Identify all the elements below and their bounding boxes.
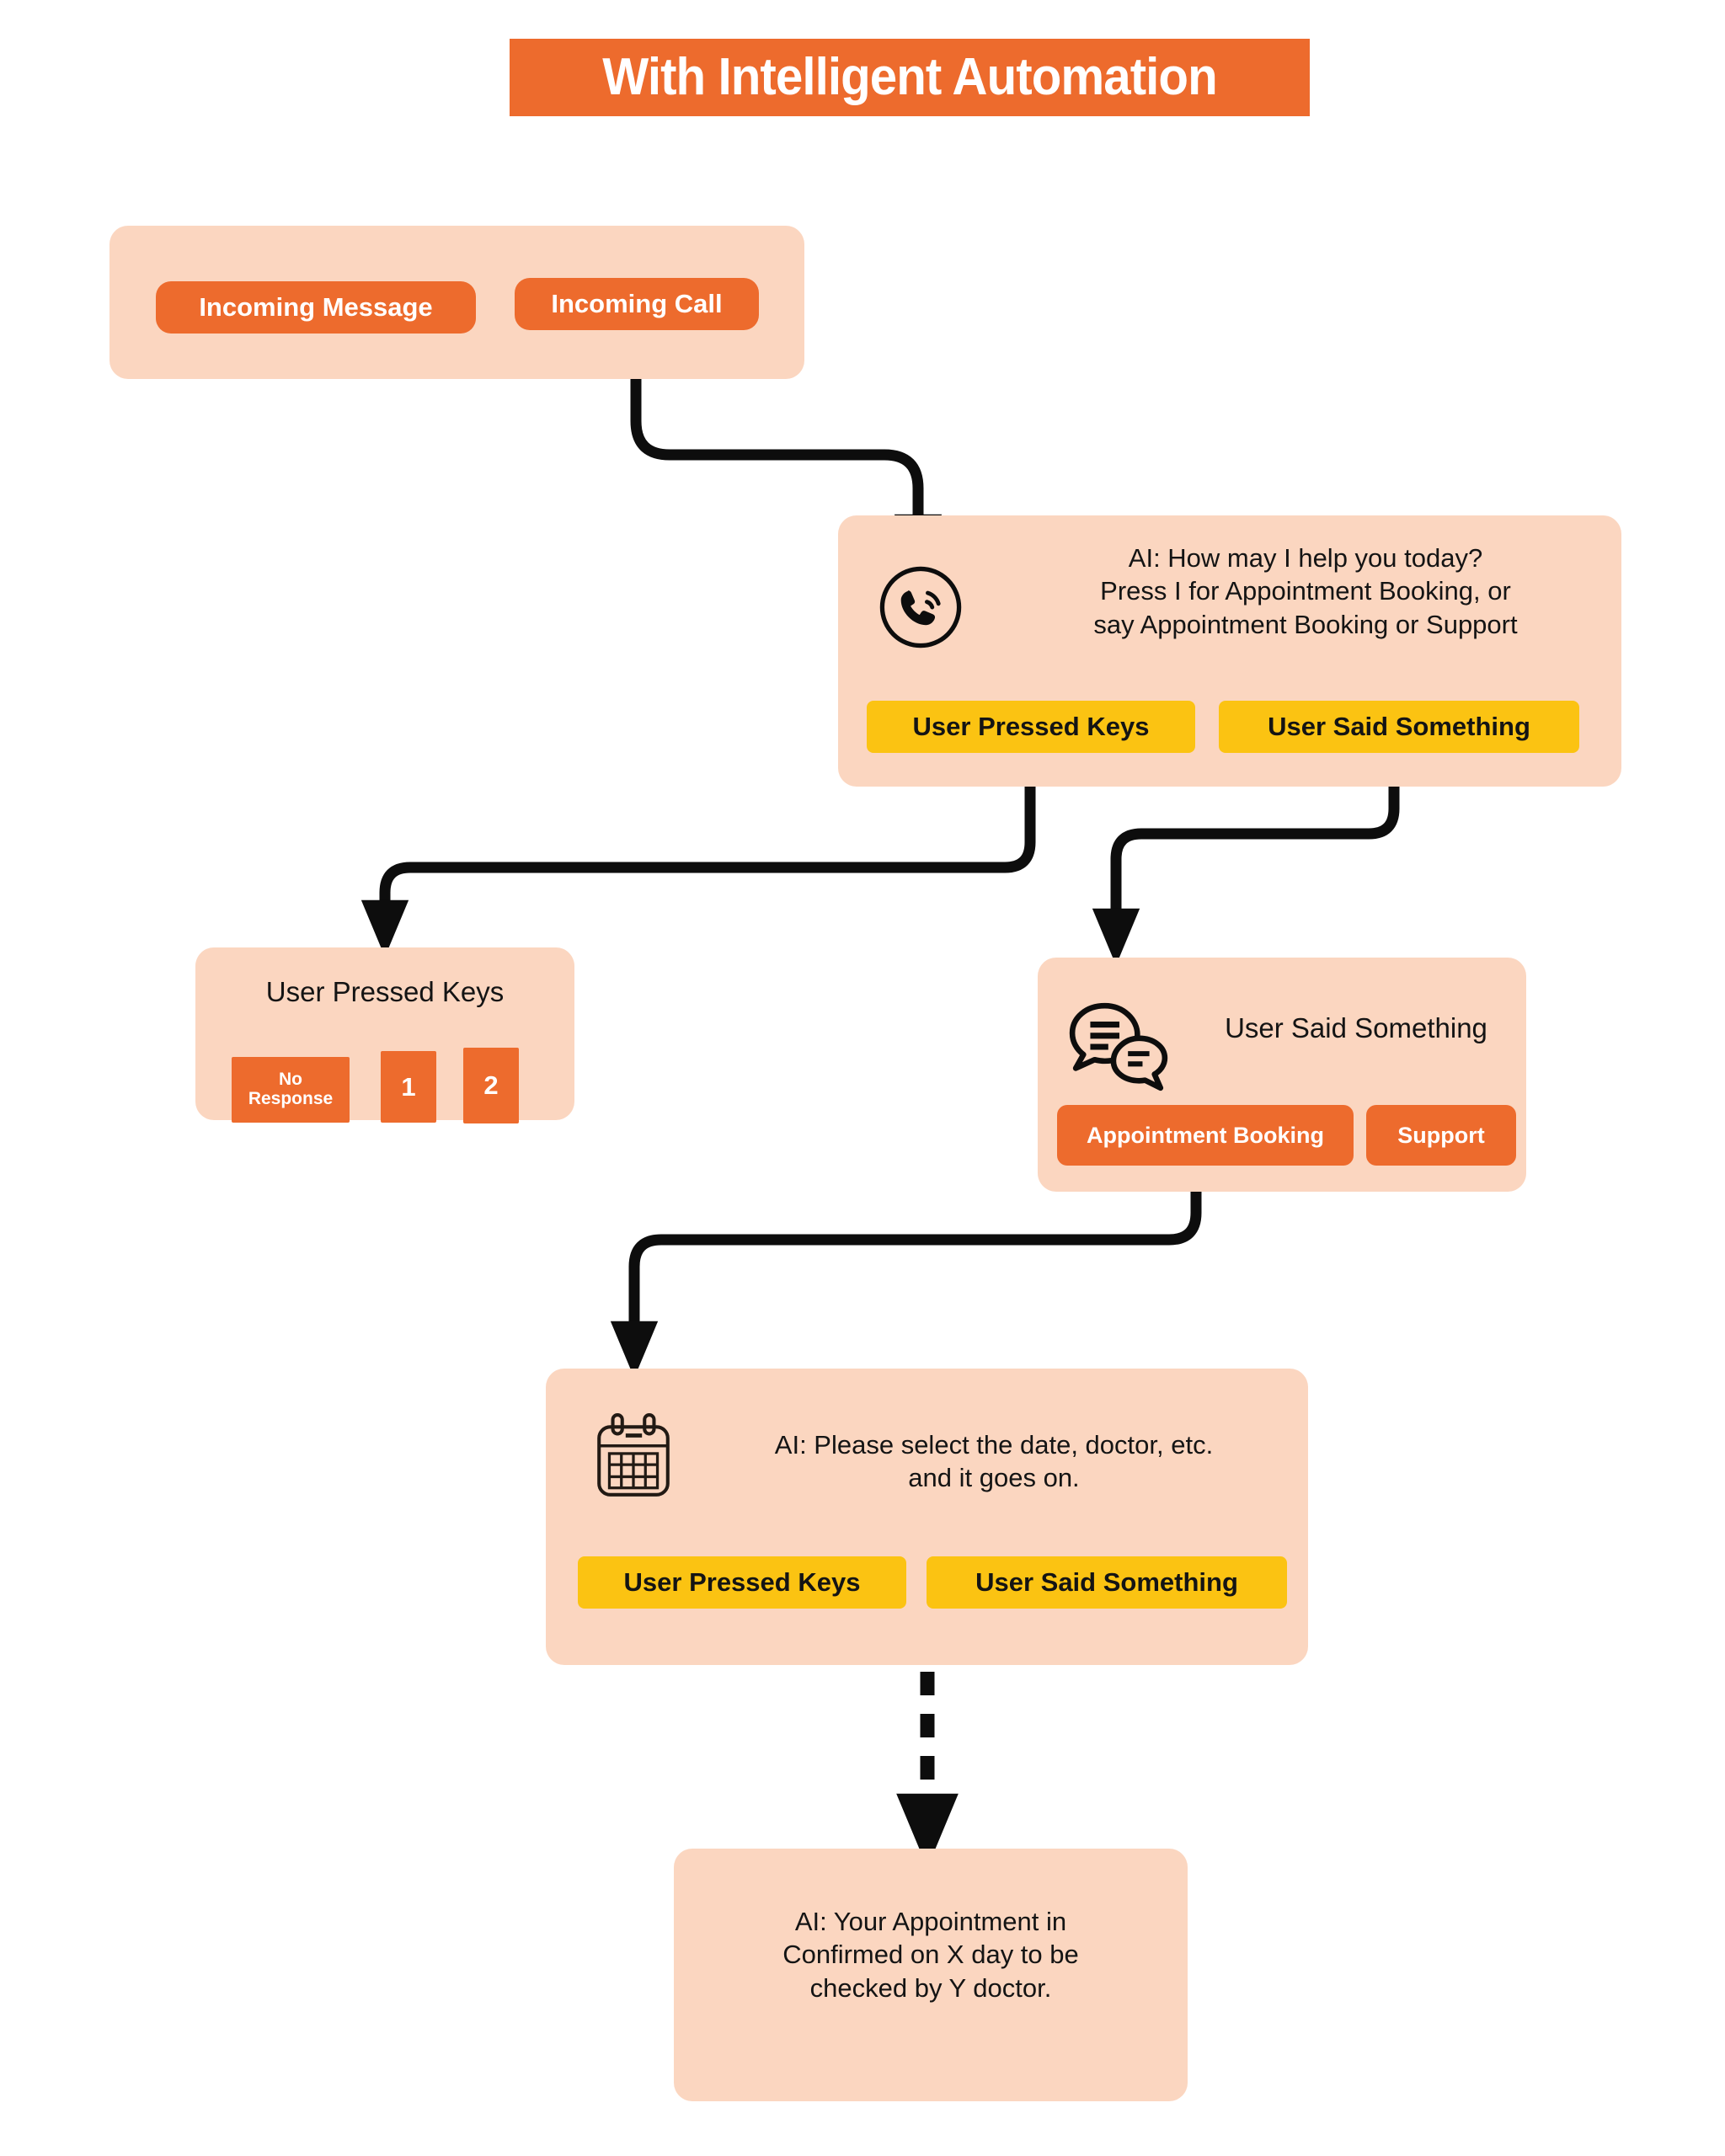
incoming-message-pill[interactable]: Incoming Message	[156, 281, 476, 334]
option-support-label: Support	[1397, 1122, 1485, 1148]
badge-user-said-something-label: User Said Something	[1268, 712, 1530, 741]
key-1[interactable]: 1	[381, 1051, 436, 1123]
key-2[interactable]: 2	[463, 1048, 519, 1123]
phone-icon	[879, 566, 962, 648]
incoming-call-label: Incoming Call	[551, 289, 723, 318]
chat-bubbles-icon	[1069, 1002, 1168, 1091]
incoming-message-label: Incoming Message	[199, 292, 433, 322]
key-2-label: 2	[483, 1070, 499, 1101]
option-appointment-booking-label: Appointment Booking	[1087, 1122, 1324, 1148]
key-1-label: 1	[401, 1071, 416, 1102]
badge-user-pressed-keys-label: User Pressed Keys	[912, 712, 1150, 741]
badge-user-pressed-keys[interactable]: User Pressed Keys	[867, 701, 1195, 753]
option-support[interactable]: Support	[1366, 1105, 1516, 1166]
user-said-something-title: User Said Something	[1225, 1012, 1487, 1043]
page-title-text: With Intelligent Automation	[602, 48, 1217, 106]
connector-appointment-booking-to-calendar	[610, 1166, 1202, 1379]
key-no-response-label: No Response	[248, 1070, 334, 1108]
calendar-icon	[597, 1413, 670, 1497]
key-no-response[interactable]: No Response	[232, 1057, 350, 1123]
incoming-call-pill[interactable]: Incoming Call	[515, 278, 759, 330]
calendar-badge-user-said-something[interactable]: User Said Something	[927, 1556, 1287, 1609]
option-appointment-booking[interactable]: Appointment Booking	[1057, 1105, 1354, 1166]
ai-greeting-text: AI: How may I help you today? Press I fo…	[1093, 543, 1518, 639]
calendar-badge-user-pressed-keys-label: User Pressed Keys	[623, 1567, 861, 1597]
calendar-badge-user-pressed-keys[interactable]: User Pressed Keys	[578, 1556, 906, 1609]
user-pressed-keys-title: User Pressed Keys	[265, 976, 505, 1007]
badge-user-said-something[interactable]: User Said Something	[1219, 701, 1579, 753]
confirmation-text: AI: Your Appointment in Confirmed on X d…	[782, 1907, 1079, 2003]
diagram-canvas: With Intelligent Automation Incoming Mes…	[0, 0, 1725, 2156]
page-title: With Intelligent Automation	[510, 39, 1310, 116]
calendar-prompt-text: AI: Please select the date, doctor, etc.…	[774, 1430, 1214, 1493]
calendar-badge-user-said-something-label: User Said Something	[975, 1567, 1238, 1597]
